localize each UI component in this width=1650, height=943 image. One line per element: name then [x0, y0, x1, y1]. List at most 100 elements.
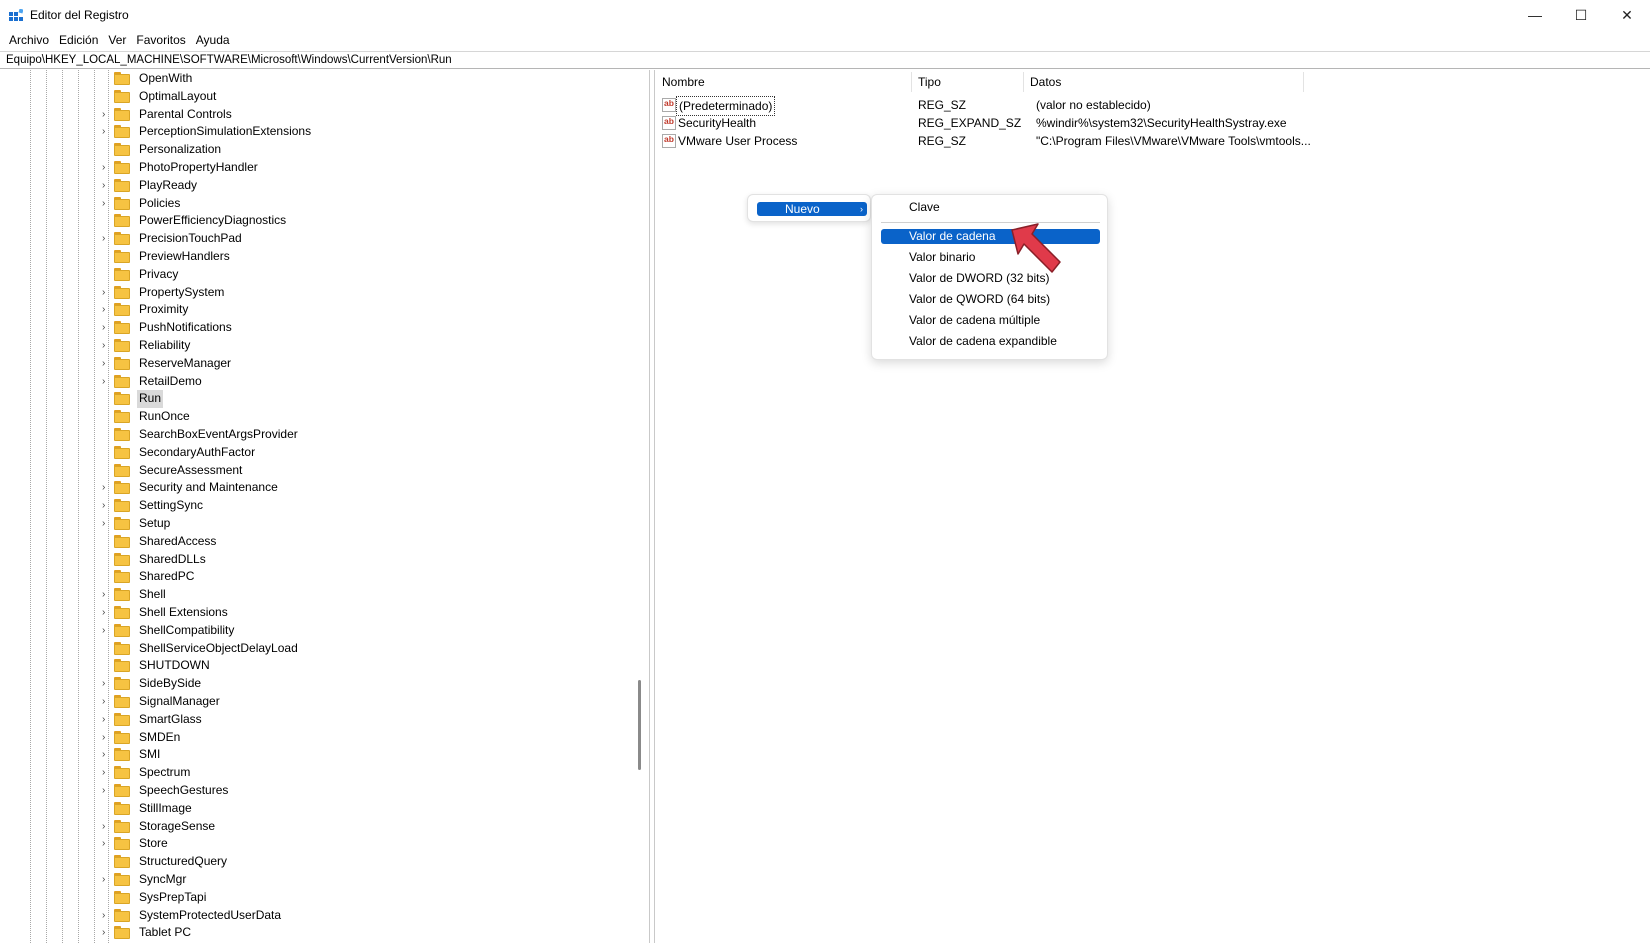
pane-splitter[interactable]: [650, 70, 655, 943]
table-row[interactable]: ab VMware User Process REG_SZ "C:\Progra…: [656, 132, 1650, 150]
folder-icon: [114, 196, 130, 210]
chevron-right-icon[interactable]: ›: [102, 714, 112, 725]
value-data: "C:\Program Files\VMware\VMware Tools\vm…: [1036, 134, 1311, 148]
chevron-right-icon[interactable]: ›: [102, 501, 112, 511]
chevron-right-icon[interactable]: ›: [102, 821, 112, 832]
tree-item-label: Run: [137, 390, 164, 409]
close-button[interactable]: ✕: [1604, 0, 1650, 30]
menu-archivo[interactable]: Archivo: [4, 30, 54, 50]
tree-item-label: Security and Maintenance: [139, 480, 278, 495]
address-bar[interactable]: Equipo\HKEY_LOCAL_MACHINE\SOFTWARE\Micro…: [0, 51, 1650, 69]
chevron-right-icon[interactable]: ›: [102, 839, 112, 849]
chevron-right-icon[interactable]: ›: [102, 341, 112, 351]
tree-item-label: PropertySystem: [139, 284, 225, 299]
chevron-right-icon[interactable]: ›: [102, 608, 112, 618]
folder-icon: [114, 481, 130, 495]
tree-item-label: Spectrum: [139, 765, 191, 780]
tree-item-label: Setup: [139, 516, 171, 530]
chevron-right-icon[interactable]: ›: [102, 750, 112, 760]
folder-icon: [114, 748, 130, 762]
table-row[interactable]: ab (Predeterminado) REG_SZ (valor no est…: [656, 96, 1650, 116]
chevron-right-icon[interactable]: ›: [102, 590, 112, 600]
chevron-right-icon[interactable]: ›: [102, 323, 112, 333]
tree-item-label: SyncMgr: [139, 872, 187, 886]
chevron-right-icon[interactable]: ›: [102, 875, 112, 885]
chevron-right-icon[interactable]: ›: [102, 679, 112, 689]
menu-bar: Archivo Edición Ver Favoritos Ayuda: [0, 30, 1650, 50]
column-header-nombre[interactable]: Nombre: [656, 72, 912, 92]
string-value-icon: ab: [662, 98, 676, 112]
folder-icon: [114, 250, 130, 263]
folder-icon: [114, 499, 130, 513]
value-name: VMware User Process: [678, 134, 798, 148]
chevron-right-icon[interactable]: ›: [102, 109, 112, 120]
tree-item-label: ShellCompatibility: [139, 622, 235, 637]
string-value-icon: ab: [662, 134, 676, 148]
folder-icon: [114, 908, 130, 922]
menu-ayuda[interactable]: Ayuda: [191, 30, 235, 50]
tree-item-label: SysPrepTapi: [139, 889, 207, 904]
chevron-right-icon[interactable]: ›: [102, 287, 112, 298]
tree-scrollbar-thumb[interactable]: [638, 680, 641, 770]
maximize-button[interactable]: ☐: [1558, 0, 1604, 30]
tree-pane[interactable]: OpenWith OptimalLayout › Parental Controls ›…: [0, 70, 650, 943]
menu-item-clave[interactable]: Clave: [881, 200, 1100, 215]
folder-icon: [114, 712, 130, 726]
menu-item-valor-cadena-multiple[interactable]: Valor de cadena múltiple: [881, 313, 1100, 328]
tree-item-label: Shell Extensions: [139, 605, 228, 619]
menu-item-valor-cadena-expandible[interactable]: Valor de cadena expandible: [881, 334, 1100, 349]
table-row[interactable]: ab SecurityHealth REG_EXPAND_SZ %windir%…: [656, 114, 1650, 132]
chevron-right-icon[interactable]: ›: [102, 376, 112, 387]
value-data: %windir%\system32\SecurityHealthSystray.…: [1036, 116, 1287, 130]
chevron-right-icon[interactable]: ›: [102, 358, 112, 369]
chevron-right-icon[interactable]: ›: [102, 163, 112, 173]
registry-editor-icon: [9, 9, 23, 21]
menu-item-nuevo[interactable]: Nuevo ›: [757, 202, 867, 216]
folder-icon: [114, 873, 130, 886]
folder-icon: [114, 232, 130, 246]
chevron-right-icon[interactable]: ›: [102, 305, 112, 315]
folder-icon: [114, 267, 130, 281]
folder-icon: [114, 445, 130, 459]
menu-ver[interactable]: Ver: [103, 30, 131, 50]
tree-item-label: PushNotifications: [139, 320, 232, 335]
tree-item-label: SecondaryAuthFactor: [139, 444, 256, 459]
folder-icon: [114, 143, 130, 157]
chevron-right-icon[interactable]: ›: [102, 234, 112, 244]
column-header-datos[interactable]: Datos: [1024, 72, 1304, 92]
tree-item-label: SideBySide: [139, 676, 202, 691]
menu-favoritos[interactable]: Favoritos: [131, 30, 190, 50]
chevron-right-icon[interactable]: ›: [102, 786, 112, 796]
tree-item-label: PerceptionSimulationExtensions: [139, 124, 312, 139]
tree-item-label: SharedAccess: [139, 533, 217, 548]
chevron-right-icon[interactable]: ›: [102, 697, 112, 707]
chevron-right-icon[interactable]: ›: [102, 483, 112, 493]
tree-item-label: Shell: [139, 587, 166, 602]
folder-icon: [114, 107, 130, 121]
column-header-tipo[interactable]: Tipo: [912, 72, 1024, 92]
chevron-right-icon[interactable]: ›: [102, 910, 112, 921]
folder-icon: [114, 695, 130, 708]
chevron-right-icon[interactable]: ›: [102, 180, 112, 191]
value-name: SecurityHealth: [678, 116, 757, 130]
chevron-right-icon: ›: [860, 204, 863, 214]
folder-icon: [114, 623, 130, 637]
chevron-right-icon[interactable]: ›: [102, 127, 112, 137]
chevron-right-icon[interactable]: ›: [102, 519, 112, 529]
chevron-right-icon[interactable]: ›: [102, 732, 112, 743]
tree-item-label: Store: [139, 836, 168, 851]
menu-edicion[interactable]: Edición: [54, 30, 103, 50]
tree-guide: [30, 70, 31, 943]
chevron-right-icon[interactable]: ›: [102, 768, 112, 778]
menu-item-valor-qword[interactable]: Valor de QWORD (64 bits): [881, 292, 1100, 307]
tree-guide: [78, 70, 79, 943]
chevron-right-icon[interactable]: ›: [102, 625, 112, 636]
folder-icon: [114, 410, 130, 424]
minimize-button[interactable]: —: [1512, 0, 1558, 30]
tree-item-label: PrecisionTouchPad: [139, 231, 242, 246]
chevron-right-icon[interactable]: ›: [102, 928, 112, 938]
folder-icon: [114, 837, 130, 851]
folder-icon: [114, 517, 130, 530]
tree-item-label: SmartGlass: [139, 711, 202, 726]
chevron-right-icon[interactable]: ›: [102, 198, 112, 209]
